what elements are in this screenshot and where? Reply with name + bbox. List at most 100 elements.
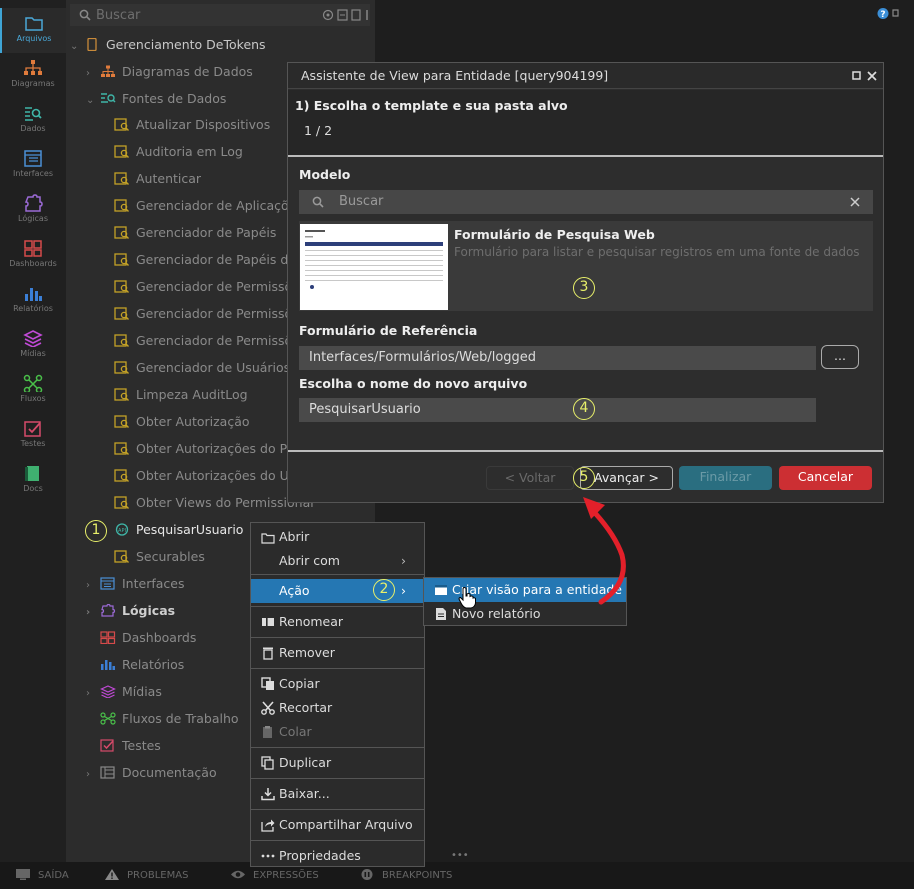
- activity-media[interactable]: Mídias: [0, 323, 66, 368]
- datasource-icon: [114, 307, 129, 320]
- activity-label: Docs: [23, 484, 43, 493]
- explorer-toolbar-icons[interactable]: [322, 9, 370, 21]
- step-title: 1) Escolha o template e sua pasta alvo: [295, 98, 568, 113]
- tree-item-pesquisarusuario[interactable]: API PesquisarUsuario: [114, 517, 243, 543]
- menu-item-open[interactable]: Abrir: [251, 525, 424, 549]
- chevron-right-icon: ›: [86, 769, 90, 780]
- datasource-icon: [114, 415, 129, 428]
- pause-icon: [361, 869, 373, 880]
- menu-separator: [251, 574, 424, 575]
- wizard-step-header: 1) Escolha o template e sua pasta alvo 1…: [288, 90, 883, 157]
- tree-section-testes[interactable]: Testes: [86, 733, 161, 759]
- menu-item-properties[interactable]: Propriedades: [251, 844, 424, 868]
- tree-section-m-dias[interactable]: › Mídias: [86, 679, 162, 705]
- template-description: Formulário para listar e pesquisar regis…: [454, 245, 860, 259]
- activity-logic[interactable]: Lógicas: [0, 188, 66, 233]
- chevron-right-icon: ›: [86, 580, 90, 591]
- menu-item-action[interactable]: Ação ›: [251, 579, 424, 603]
- reference-form-input[interactable]: Interfaces/Formulários/Web/logged: [299, 346, 816, 370]
- window-icon: [435, 585, 447, 595]
- bottom-tab-expresses[interactable]: EXPRESSÕES: [231, 869, 319, 881]
- menu-item-paste[interactable]: Colar: [251, 720, 424, 744]
- document-icon: [436, 608, 446, 620]
- tree-section-fluxos-de-trabalho[interactable]: Fluxos de Trabalho: [86, 706, 239, 732]
- activity-dashboard[interactable]: Dashboards: [0, 233, 66, 278]
- datasource-icon: [114, 118, 129, 131]
- activity-interface[interactable]: Interfaces: [0, 143, 66, 188]
- datasource-icon: [114, 469, 129, 482]
- tree-section-dashboards[interactable]: Dashboards: [86, 625, 196, 651]
- tree-section-relat-rios[interactable]: Relatórios: [86, 652, 184, 678]
- cancel-button[interactable]: Cancelar: [779, 466, 872, 490]
- annotation-marker-1: 1: [85, 520, 107, 542]
- menu-item-new-report[interactable]: Novo relatório: [424, 602, 626, 626]
- close-icon[interactable]: [867, 71, 877, 81]
- datasource-icon: [114, 226, 129, 239]
- tree-folder-diagramas[interactable]: › Diagramas de Dados: [86, 59, 253, 85]
- activity-docs[interactable]: Docs: [0, 458, 66, 503]
- annotation-marker-4: 4: [573, 398, 595, 420]
- bottom-tab-sada[interactable]: SAÍDA: [16, 869, 69, 881]
- section-icon: [100, 712, 116, 725]
- tree-item-securables[interactable]: Securables: [114, 544, 205, 570]
- activity-report[interactable]: Relatórios: [0, 278, 66, 323]
- activity-label: Fluxos: [20, 394, 46, 403]
- bottom-tab-breakpoints[interactable]: BREAKPOINTS: [360, 869, 452, 881]
- menu-item-copy[interactable]: Copiar: [251, 672, 424, 696]
- model-label: Modelo: [299, 167, 351, 182]
- chevron-right-icon: ›: [86, 607, 91, 618]
- new-filename-input[interactable]: PesquisarUsuario: [299, 398, 816, 422]
- datasource-icon: [114, 334, 129, 347]
- back-button[interactable]: < Voltar: [486, 466, 574, 490]
- activity-label: Lógicas: [18, 214, 48, 223]
- maximize-icon[interactable]: [852, 71, 862, 81]
- clear-search-icon[interactable]: [850, 197, 860, 207]
- template-search-input[interactable]: Buscar: [299, 190, 873, 214]
- annotation-marker-3: 3: [573, 277, 595, 299]
- tree-project[interactable]: ⌄ Gerenciamento DeTokens: [70, 32, 266, 58]
- activity-test[interactable]: Testes: [0, 413, 66, 458]
- duplicate-icon: [261, 756, 274, 770]
- datasource-icon: [114, 253, 129, 266]
- datasource-icon: [114, 145, 129, 158]
- menu-item-download[interactable]: Baixar...: [251, 782, 424, 806]
- activity-label: Relatórios: [13, 304, 53, 313]
- menu-item-label: Propriedades: [279, 848, 361, 863]
- datasource-icon: [114, 199, 129, 212]
- datasource-icon: [114, 172, 129, 185]
- panel-resize-handle[interactable]: •••: [451, 850, 469, 861]
- chevron-right-icon: ›: [86, 68, 90, 79]
- trash-icon: [263, 647, 273, 660]
- tree-section-l-gicas[interactable]: › Lógicas: [86, 598, 175, 624]
- rename-icon: [262, 618, 274, 626]
- annotation-marker-5: 5: [573, 467, 595, 489]
- footer-divider: [288, 450, 883, 452]
- menu-item-rename[interactable]: Renomear: [251, 610, 424, 634]
- activity-folder[interactable]: Arquivos: [0, 8, 66, 53]
- menu-item-duplicate[interactable]: Duplicar: [251, 751, 424, 775]
- activity-data[interactable]: Dados: [0, 98, 66, 143]
- explorer-search[interactable]: Buscar: [70, 4, 370, 26]
- menu-item-label: Abrir com: [279, 553, 340, 568]
- eye-icon: [231, 870, 245, 879]
- help-icon[interactable]: ?: [877, 7, 903, 20]
- menu-item-cut[interactable]: Recortar: [251, 696, 424, 720]
- menu-item-open-with[interactable]: Abrir com ›: [251, 549, 424, 573]
- chevron-right-icon: ›: [86, 688, 90, 699]
- activity-label: Dashboards: [9, 259, 57, 268]
- tree-section-documenta-o[interactable]: › Documentação: [86, 760, 217, 786]
- bottom-tab-problemas[interactable]: PROBLEMAS: [105, 869, 188, 881]
- activity-label: Arquivos: [16, 34, 52, 43]
- menu-item-share[interactable]: Compartilhar Arquivo: [251, 813, 424, 837]
- tree-folder-fontes[interactable]: ⌄ Fontes de Dados: [86, 86, 226, 112]
- diagram-icon: [24, 60, 42, 75]
- browse-reference-button[interactable]: ...: [821, 345, 859, 369]
- menu-item-remove[interactable]: Remover: [251, 641, 424, 665]
- project-icon: [87, 38, 97, 51]
- annotation-marker-2: 2: [373, 579, 395, 601]
- activity-diagram[interactable]: Diagramas: [0, 53, 66, 98]
- tree-section-interfaces[interactable]: › Interfaces: [86, 571, 184, 597]
- activity-flow[interactable]: Fluxos: [0, 368, 66, 413]
- finish-button[interactable]: Finalizar: [679, 466, 772, 490]
- chevron-right-icon: ›: [401, 583, 406, 598]
